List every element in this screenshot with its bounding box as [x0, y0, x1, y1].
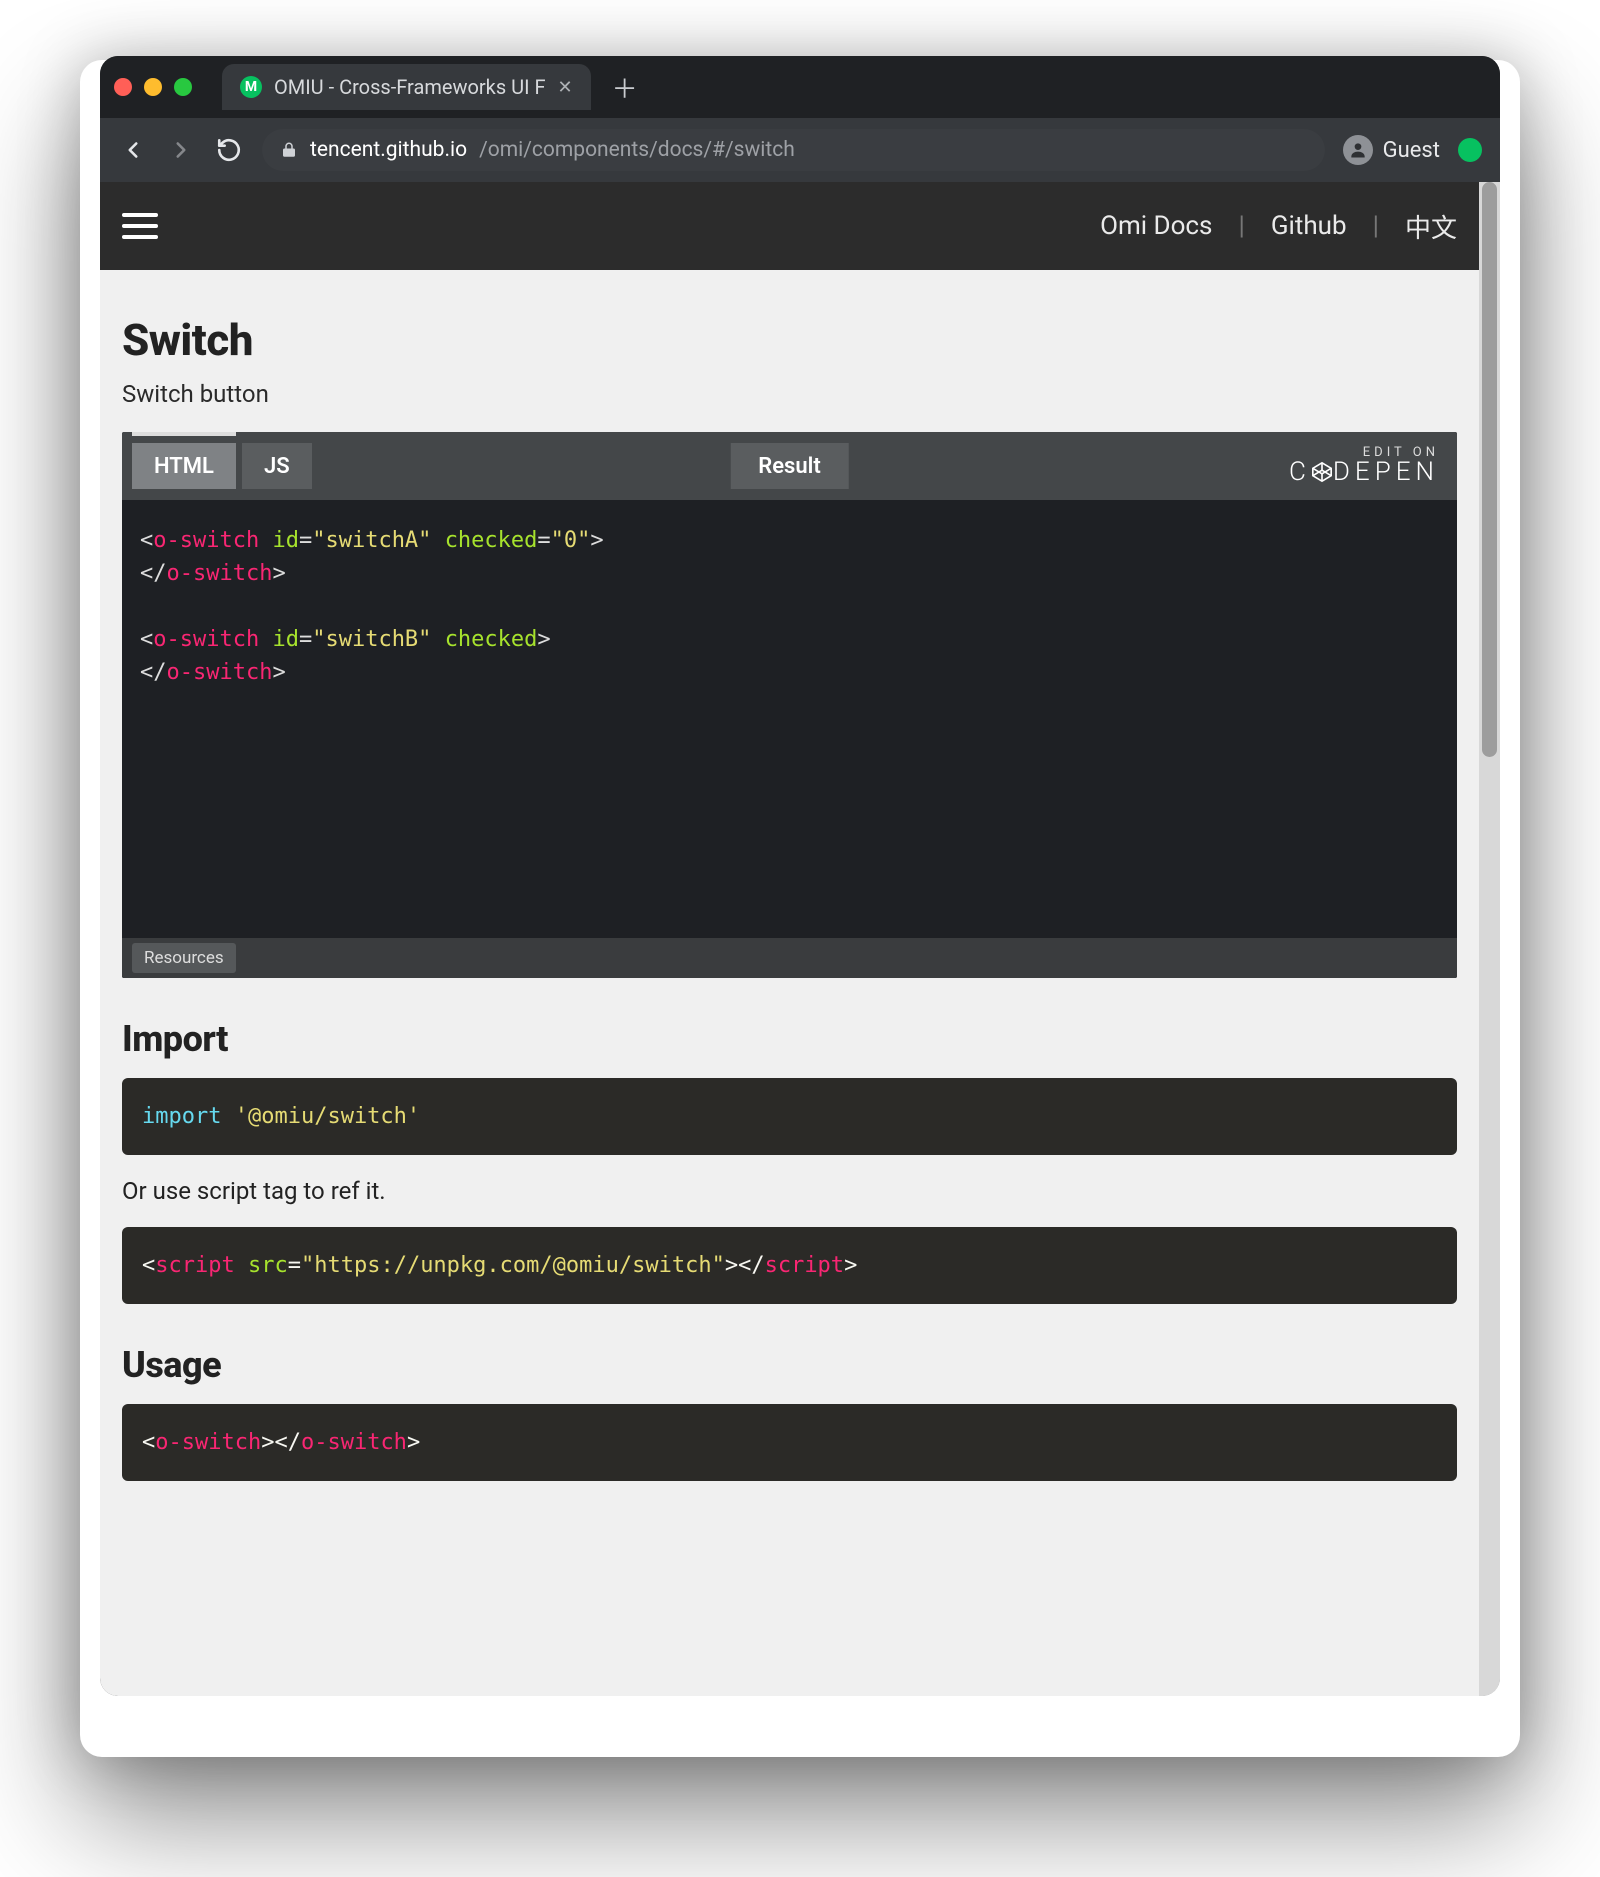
codepen-logo: CDEPEN — [1289, 459, 1439, 486]
tab-close-icon[interactable]: ✕ — [558, 77, 573, 98]
codepen-code-area[interactable]: <o-switch id="switchA" checked="0"> </o-… — [122, 500, 1457, 938]
vertical-scrollbar[interactable] — [1479, 182, 1500, 1696]
codepen-active-indicator — [132, 432, 236, 436]
codepen-footer: Resources — [122, 938, 1457, 978]
page-title: Switch — [122, 314, 1457, 366]
address-bar[interactable]: tencent.github.io/omi/components/docs/#/… — [262, 129, 1325, 171]
window-close-button[interactable] — [114, 78, 132, 96]
section-heading-import: Import — [122, 1018, 1457, 1060]
back-button[interactable] — [118, 135, 148, 165]
window-controls — [114, 78, 192, 96]
nav-separator: | — [1238, 211, 1244, 241]
nav-link-github[interactable]: Github — [1271, 211, 1347, 241]
scrollbar-thumb[interactable] — [1482, 182, 1497, 757]
nav-link-lang[interactable]: 中文 — [1405, 208, 1457, 245]
codepen-resources-button[interactable]: Resources — [132, 943, 236, 973]
section-heading-usage: Usage — [122, 1344, 1457, 1386]
import-hint: Or use script tag to ref it. — [122, 1177, 1457, 1205]
nav-links: Omi Docs | Github | 中文 — [1100, 208, 1457, 245]
lock-icon — [280, 141, 298, 159]
codepen-embed: HTML JS Result EDIT ON CDEPEN <o-switch … — [122, 432, 1457, 978]
codepen-edit-link[interactable]: EDIT ON CDEPEN — [1289, 446, 1439, 487]
codepen-toolbar: HTML JS Result EDIT ON CDEPEN — [122, 432, 1457, 500]
url-path: /omi/components/docs/#/switch — [479, 138, 795, 162]
extension-icon[interactable] — [1458, 138, 1482, 162]
nav-link-docs[interactable]: Omi Docs — [1100, 211, 1212, 241]
tab-favicon: M — [240, 76, 262, 98]
codepen-result-tab[interactable]: Result — [730, 443, 849, 489]
tab-strip: M OMIU - Cross-Frameworks UI F ✕ ＋ — [100, 56, 1500, 118]
page-content: Omi Docs | Github | 中文 Switch Switch but… — [100, 182, 1479, 1696]
url-domain: tencent.github.io — [310, 138, 467, 162]
profile-label: Guest — [1383, 138, 1440, 163]
tab-title: OMIU - Cross-Frameworks UI F — [274, 75, 546, 99]
site-appbar: Omi Docs | Github | 中文 — [100, 182, 1479, 270]
menu-button[interactable] — [122, 213, 158, 239]
codepen-tab-js[interactable]: JS — [242, 443, 312, 489]
profile-avatar-icon — [1343, 135, 1373, 165]
codepen-tab-html[interactable]: HTML — [132, 443, 236, 489]
browser-toolbar: tencent.github.io/omi/components/docs/#/… — [100, 118, 1500, 182]
profile-chip[interactable]: Guest — [1343, 135, 1440, 165]
code-block-usage[interactable]: <o-switch></o-switch> — [122, 1404, 1457, 1481]
nav-separator: | — [1373, 211, 1379, 241]
browser-tab[interactable]: M OMIU - Cross-Frameworks UI F ✕ — [222, 64, 591, 110]
page-subtitle: Switch button — [122, 380, 1457, 408]
code-block-import[interactable]: import '@omiu/switch' — [122, 1078, 1457, 1155]
browser-window: M OMIU - Cross-Frameworks UI F ✕ ＋ tence… — [100, 56, 1500, 1696]
window-minimize-button[interactable] — [144, 78, 162, 96]
reload-button[interactable] — [214, 135, 244, 165]
new-tab-button[interactable]: ＋ — [609, 71, 641, 103]
window-zoom-button[interactable] — [174, 78, 192, 96]
browser-viewport: Omi Docs | Github | 中文 Switch Switch but… — [100, 182, 1500, 1696]
forward-button[interactable] — [166, 135, 196, 165]
code-block-script[interactable]: <script src="https://unpkg.com/@omiu/swi… — [122, 1227, 1457, 1304]
